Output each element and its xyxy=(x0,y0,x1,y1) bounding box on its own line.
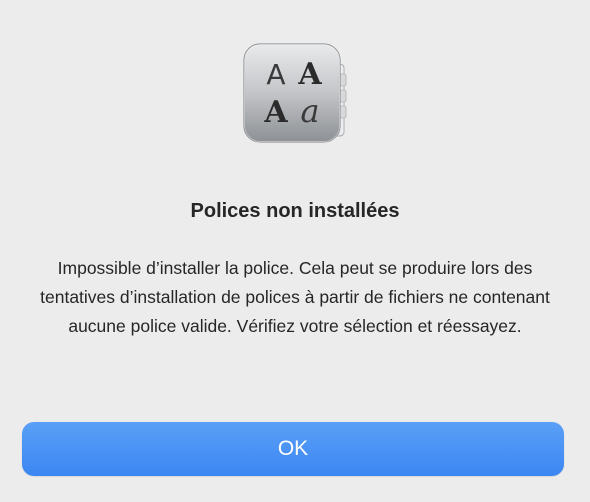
glyph-a-italic: a xyxy=(300,92,319,130)
dialog-title: Polices non installées xyxy=(190,200,400,222)
alert-dialog: A A A a Polices non installées Impossibl… xyxy=(0,0,590,502)
glyph-a-slab: A xyxy=(263,95,288,130)
glyph-a-serif-bold: A xyxy=(297,57,322,92)
glyph-a-light: A xyxy=(266,58,285,91)
dialog-message: Impossible d’installer la police. Cela p… xyxy=(40,258,550,336)
font-book-icon: A A A a xyxy=(240,40,352,146)
ok-button[interactable]: OK xyxy=(22,422,564,476)
